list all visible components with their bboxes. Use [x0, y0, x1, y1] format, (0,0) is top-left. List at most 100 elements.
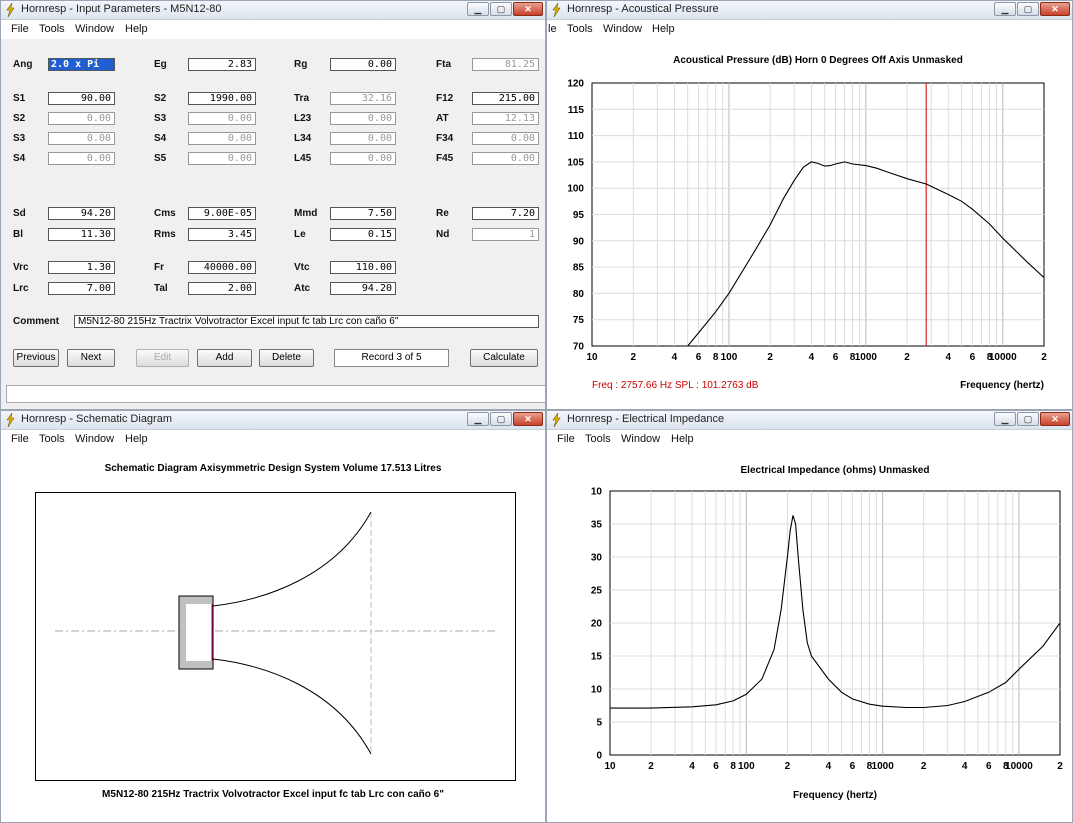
param-field-ang[interactable]: 2.0 x Pi [48, 58, 115, 71]
input-window-titlebar[interactable]: Hornresp - Input Parameters - M5N12-80 ▁… [1, 1, 545, 20]
close-button[interactable]: ✕ [513, 2, 543, 16]
param-field-sd[interactable]: 94.20 [48, 207, 115, 220]
minimize-button[interactable]: ▁ [994, 2, 1016, 16]
x-tick-label: 6 [833, 352, 839, 363]
calculate-button[interactable]: Calculate [470, 349, 538, 367]
param-field-rg[interactable]: 0.00 [330, 58, 396, 71]
param-field-tra[interactable]: 32.16 [330, 92, 396, 105]
maximize-button[interactable]: ▢ [490, 412, 512, 426]
close-icon: ✕ [524, 4, 532, 14]
maximize-icon: ▢ [496, 414, 506, 424]
menu-tools[interactable]: Tools [39, 433, 65, 445]
param-field-tal[interactable]: 2.00 [188, 282, 256, 295]
param-field-l45[interactable]: 0.00 [330, 152, 396, 165]
menu-window[interactable]: Window [75, 23, 114, 35]
param-field-l34[interactable]: 0.00 [330, 132, 396, 145]
x-tick-label: 10000 [989, 352, 1017, 363]
delete-button[interactable]: Delete [259, 349, 314, 367]
next-button[interactable]: Next [67, 349, 115, 367]
menu-help[interactable]: Help [125, 433, 148, 445]
param-field-s3[interactable]: 0.00 [48, 132, 115, 145]
param-field-l23[interactable]: 0.00 [330, 112, 396, 125]
menu-help[interactable]: Help [125, 23, 148, 35]
param-field-fr[interactable]: 40000.00 [188, 261, 256, 274]
param-field-vtc[interactable]: 110.00 [330, 261, 396, 274]
param-field-atc[interactable]: 94.20 [330, 282, 396, 295]
maximize-button[interactable]: ▢ [1017, 412, 1039, 426]
param-field-nd[interactable]: 1 [472, 228, 539, 241]
close-button[interactable]: ✕ [1040, 2, 1070, 16]
edit-button[interactable]: Edit [136, 349, 189, 367]
param-field-f12[interactable]: 215.00 [472, 92, 539, 105]
menu-file[interactable]: le [548, 23, 557, 35]
menu-window[interactable]: Window [75, 433, 114, 445]
comment-field[interactable]: M5N12-80 215Hz Tractrix Volvotractor Exc… [74, 315, 539, 328]
param-field-bl[interactable]: 11.30 [48, 228, 115, 241]
param-field-mmd[interactable]: 7.50 [330, 207, 396, 220]
minimize-button[interactable]: ▁ [467, 2, 489, 16]
param-label-bl: Bl [13, 229, 23, 240]
close-icon: ✕ [1051, 414, 1059, 424]
previous-button[interactable]: Previous [13, 349, 59, 367]
param-field-lrc[interactable]: 7.00 [48, 282, 115, 295]
menu-help[interactable]: Help [671, 433, 694, 445]
menu-file[interactable]: File [11, 23, 29, 35]
param-field-s2[interactable]: 1990.00 [188, 92, 256, 105]
param-field-s2[interactable]: 0.00 [48, 112, 115, 125]
minimize-button[interactable]: ▁ [467, 412, 489, 426]
menubar: File Tools Window Help [547, 430, 1072, 448]
y-tick-label: 85 [573, 263, 585, 274]
x-tick-label: 6 [986, 761, 992, 772]
menubar: File Tools Window Help [1, 20, 545, 38]
x-tick-label: 2 [785, 761, 791, 772]
menu-tools[interactable]: Tools [567, 23, 593, 35]
impedance-window-titlebar[interactable]: Hornresp - Electrical Impedance ▁ ▢ ✕ [547, 411, 1072, 430]
acoustic-window-titlebar[interactable]: Hornresp - Acoustical Pressure ▁ ▢ ✕ [547, 1, 1072, 20]
param-field-vrc[interactable]: 1.30 [48, 261, 115, 274]
param-label-re: Re [436, 208, 449, 219]
minimize-icon: ▁ [474, 4, 482, 14]
param-field-s4[interactable]: 0.00 [48, 152, 115, 165]
param-label-s4: S4 [154, 133, 167, 144]
param-field-f45[interactable]: 0.00 [472, 152, 539, 165]
param-field-at[interactable]: 12.13 [472, 112, 539, 125]
param-field-cms[interactable]: 9.00E-05 [188, 207, 256, 220]
menu-file[interactable]: File [11, 433, 29, 445]
param-field-fta[interactable]: 81.25 [472, 58, 539, 71]
window-title: Hornresp - Schematic Diagram [21, 413, 172, 425]
param-field-le[interactable]: 0.15 [330, 228, 396, 241]
param-field-f34[interactable]: 0.00 [472, 132, 539, 145]
param-field-s3[interactable]: 0.00 [188, 112, 256, 125]
param-field-re[interactable]: 7.20 [472, 207, 539, 220]
param-field-s4[interactable]: 0.00 [188, 132, 256, 145]
acoustical-pressure-chart[interactable]: Acoustical Pressure (dB) Horn 0 Degrees … [547, 39, 1073, 410]
minimize-button[interactable]: ▁ [994, 412, 1016, 426]
x-tick-label: 100 [738, 761, 755, 772]
param-label-f34: F34 [436, 133, 454, 144]
param-field-s5[interactable]: 0.00 [188, 152, 256, 165]
menu-window[interactable]: Window [603, 23, 642, 35]
menu-tools[interactable]: Tools [39, 23, 65, 35]
menu-help[interactable]: Help [652, 23, 675, 35]
schematic-window-titlebar[interactable]: Hornresp - Schematic Diagram ▁ ▢ ✕ [1, 411, 545, 430]
param-field-s1[interactable]: 90.00 [48, 92, 115, 105]
cursor-readout: Freq : 2757.66 Hz SPL : 101.2763 dB [592, 380, 759, 391]
status-bar [6, 385, 545, 403]
schematic-frame [35, 492, 516, 781]
x-tick-label: 6 [696, 352, 702, 363]
x-tick-label: 10000 [1005, 761, 1033, 772]
param-field-rms[interactable]: 3.45 [188, 228, 256, 241]
close-button[interactable]: ✕ [1040, 412, 1070, 426]
close-button[interactable]: ✕ [513, 412, 543, 426]
menu-window[interactable]: Window [621, 433, 660, 445]
param-field-eg[interactable]: 2.83 [188, 58, 256, 71]
menu-tools[interactable]: Tools [585, 433, 611, 445]
electrical-impedance-chart[interactable]: Electrical Impedance (ohms) Unmasked 0 5 10… [547, 449, 1073, 823]
x-tick-label: 10 [604, 761, 616, 772]
menu-file[interactable]: File [557, 433, 575, 445]
param-label-tra: Tra [294, 93, 310, 104]
maximize-button[interactable]: ▢ [1017, 2, 1039, 16]
add-button[interactable]: Add [197, 349, 252, 367]
param-label-nd: Nd [436, 229, 450, 240]
maximize-button[interactable]: ▢ [490, 2, 512, 16]
